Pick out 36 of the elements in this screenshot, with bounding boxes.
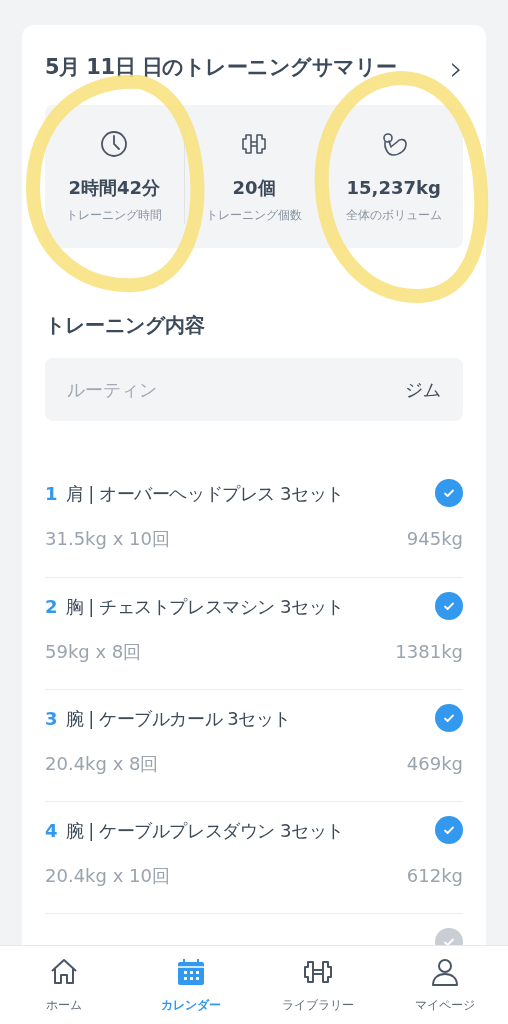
chevron-icon[interactable]: ›: [449, 51, 463, 85]
tab-item[interactable]: マイページ: [381, 946, 508, 1024]
stat-value: 15,237kg: [346, 175, 441, 200]
stat-label: トレーニング時間: [66, 206, 163, 224]
set-detail: 20.4kg x 10回: [45, 864, 170, 888]
routine-field[interactable]: ルーティン ジム: [45, 358, 463, 421]
stat-label: トレーニング個数: [206, 206, 302, 224]
exercise-number: 4: [45, 818, 58, 843]
check-icon[interactable]: [435, 592, 463, 620]
stat-value: 20個: [232, 175, 276, 200]
exercise-name[interactable]: 肩 | オーバーヘッドプレス 3セット: [65, 479, 344, 507]
exercise-name[interactable]: 腕 | ケーブルプレスダウン 3セット: [65, 816, 344, 844]
stat-label: 全体のボリューム: [345, 206, 442, 224]
volume-total: 945kg: [406, 527, 463, 551]
clock-icon: [100, 129, 129, 158]
set-detail: 31.5kg x 10回: [45, 527, 170, 551]
check-icon[interactable]: [435, 816, 463, 844]
exercise-number: 1: [45, 481, 58, 506]
exercise-name[interactable]: 腕 | ケーブルカール 3セット: [65, 704, 291, 732]
summary-title[interactable]: 5月 11日 日のトレーニングサマリー: [45, 52, 397, 84]
routine-value: ジム: [405, 378, 441, 402]
set-detail: 59kg x 8回: [45, 640, 142, 664]
exercise-name[interactable]: 胸 | チェストプレスマシン 3セット: [65, 592, 344, 620]
volume-total: 612kg: [406, 864, 463, 888]
routine-placeholder: ルーティン: [67, 378, 157, 402]
check-icon[interactable]: [435, 479, 463, 507]
volume-total: 1381kg: [395, 640, 463, 664]
check-icon[interactable]: [435, 704, 463, 732]
set-detail: 20.4kg x 8回: [45, 752, 159, 776]
stat-value: 2時間42分: [68, 175, 161, 200]
section-heading: トレーニング内容: [45, 312, 206, 339]
exercise-number: 3: [45, 706, 58, 731]
tab-item[interactable]: ホーム: [0, 946, 127, 1024]
exercise-number: 2: [45, 594, 58, 619]
volume-total: 469kg: [406, 752, 463, 776]
tab-item[interactable]: ライブラリー: [254, 946, 381, 1024]
